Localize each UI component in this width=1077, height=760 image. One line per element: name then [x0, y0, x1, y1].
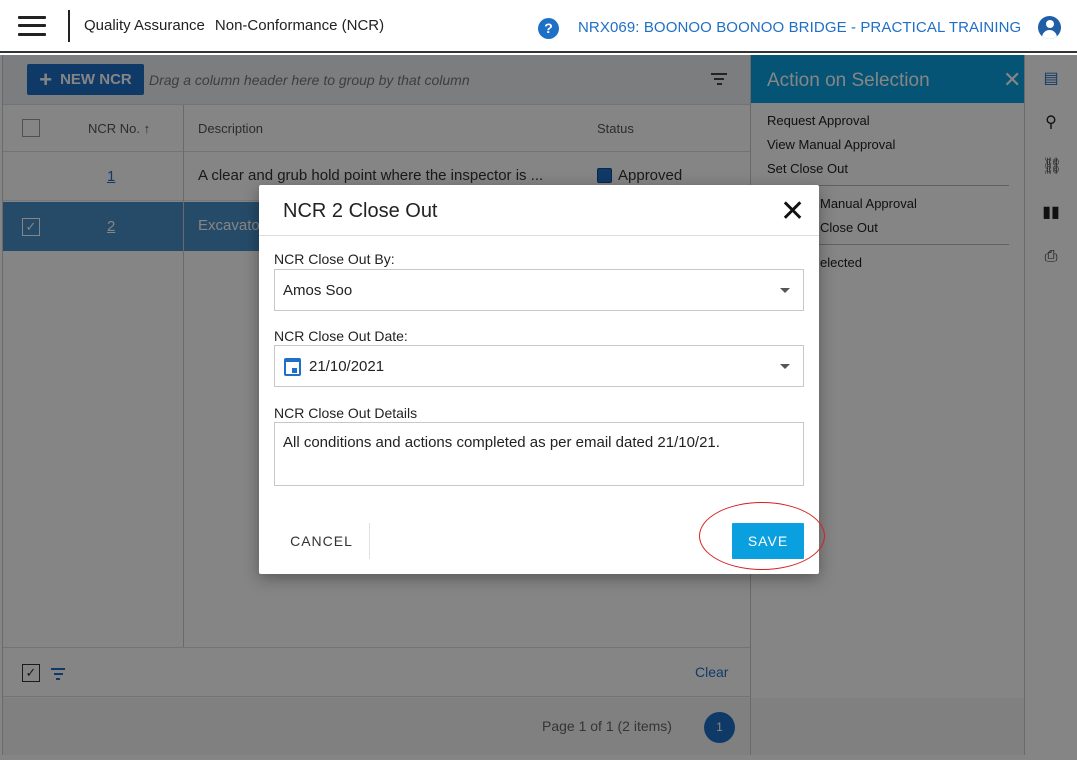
save-button[interactable]: SAVE — [732, 523, 804, 559]
page-title: Non-Conformance (NCR) — [214, 17, 385, 34]
close-out-dialog: NCR 2 Close Out ✕ NCR Close Out By: Amos… — [259, 185, 819, 574]
close-out-date-picker[interactable]: 21/10/2021 — [274, 345, 804, 387]
dialog-title: NCR 2 Close Out — [283, 200, 438, 222]
module-title: Quality Assurance — [84, 17, 205, 34]
close-out-details-value: All conditions and actions completed as … — [283, 434, 720, 451]
close-icon[interactable]: ✕ — [780, 197, 805, 227]
user-avatar-icon[interactable] — [1038, 16, 1061, 39]
chevron-down-icon — [780, 364, 790, 369]
close-out-by-select[interactable]: Amos Soo — [274, 269, 804, 311]
hamburger-menu-icon[interactable] — [18, 15, 46, 36]
close-out-by-value: Amos Soo — [283, 282, 353, 299]
close-out-details-textarea[interactable]: All conditions and actions completed as … — [274, 422, 804, 486]
close-out-by-label: NCR Close Out By: — [274, 251, 395, 267]
divider — [259, 235, 819, 236]
divider — [68, 9, 70, 42]
close-out-details-label: NCR Close Out Details — [274, 405, 418, 421]
close-out-date-value: 21/10/2021 — [309, 358, 385, 375]
help-icon[interactable]: ? — [538, 18, 559, 39]
cancel-button[interactable]: CANCEL — [274, 523, 370, 559]
calendar-icon[interactable] — [284, 358, 301, 376]
project-link[interactable]: NRX069: BOONOO BOONOO BRIDGE - PRACTICAL… — [578, 19, 1021, 36]
close-out-date-label: NCR Close Out Date: — [274, 328, 408, 344]
chevron-down-icon — [780, 288, 790, 293]
